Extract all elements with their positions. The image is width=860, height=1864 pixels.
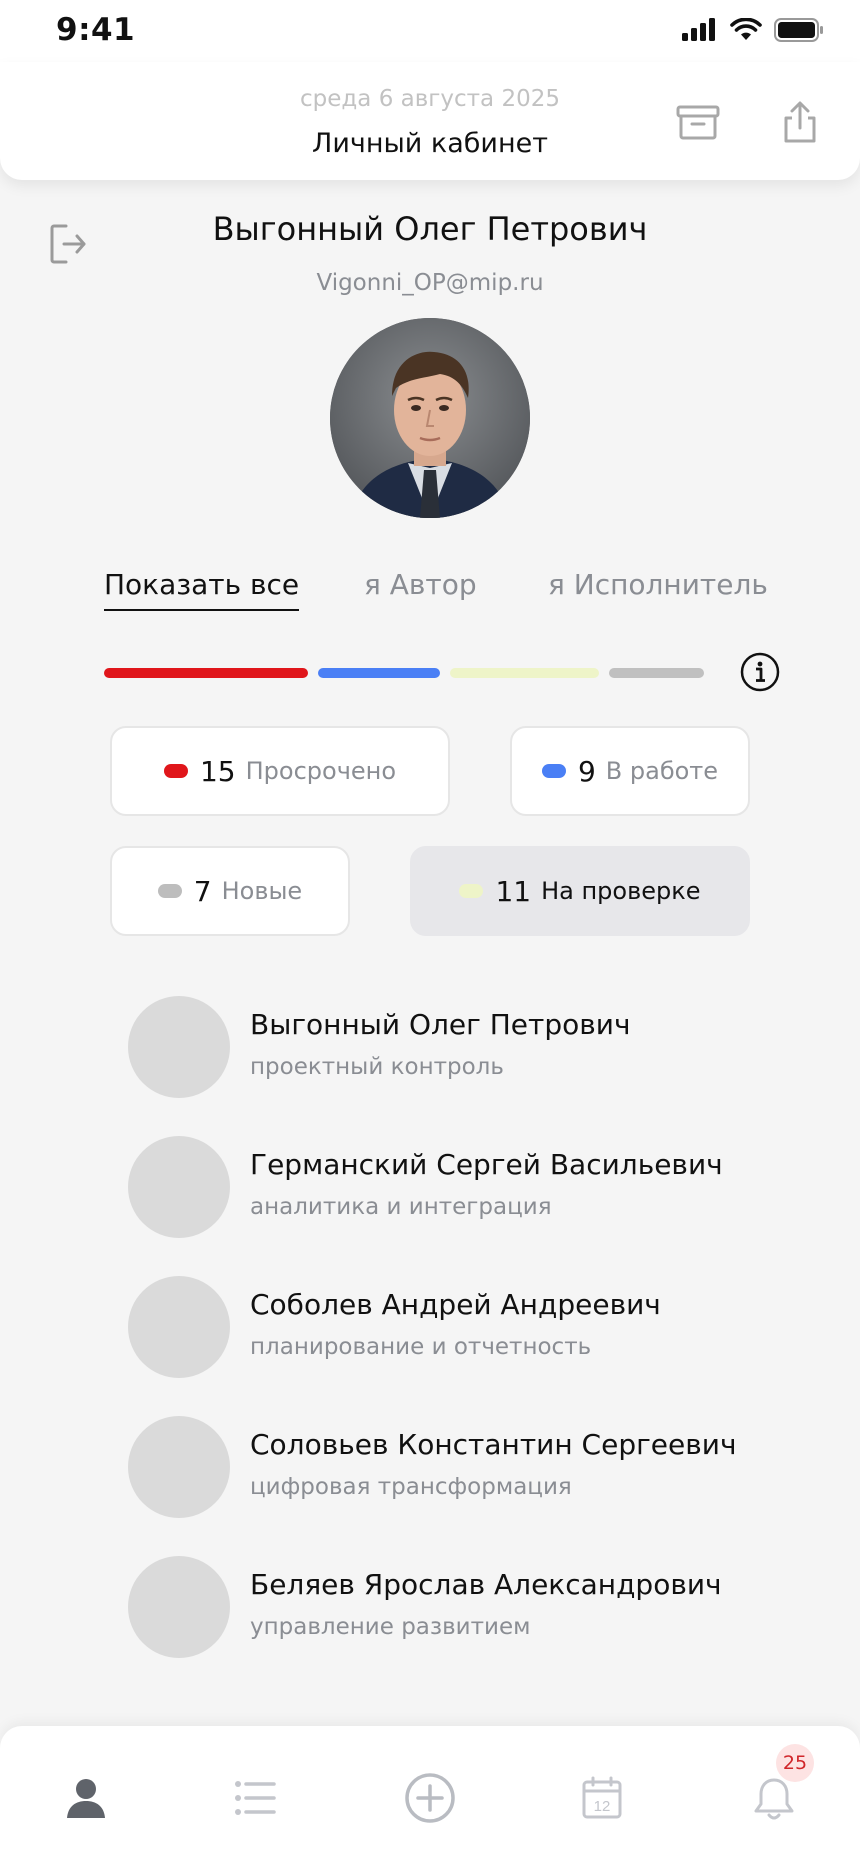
chip-count: 15 [199,754,236,788]
info-icon [740,652,780,692]
header-date: среда 6 августа 2025 [300,86,560,112]
person-name: Выгонный Олег Петрович [250,1008,631,1041]
status-bar: 9:41 [0,0,860,62]
tab-author[interactable]: я Автор [364,568,477,609]
new-dot-icon [157,884,182,898]
avatar [128,1136,230,1238]
nav-calendar[interactable]: 12 [574,1770,630,1826]
share-button[interactable] [776,98,824,146]
battery-icon [774,18,823,42]
profile-name: Выгонный Олег Петрович [212,210,648,248]
archive-icon [676,105,720,140]
review-dot-icon [459,884,484,898]
person-department: аналитика и интеграция [250,1194,552,1220]
list-item[interactable]: Соболев Андрей Андреевич планирование и … [128,1276,768,1380]
chip-label: Новые [221,877,303,905]
person-department: планирование и отчетность [250,1334,592,1360]
person-name: Соловьев Константин Сергеевич [250,1428,737,1461]
person-name: Беляев Ярослав Александрович [250,1568,722,1601]
list-item[interactable]: Выгонный Олег Петрович проектный контрол… [128,996,768,1100]
archive-button[interactable] [674,98,722,146]
notification-badge: 25 [776,1744,814,1782]
bottom-navigation: 12 [0,1726,860,1864]
list-item[interactable]: Беляев Ярослав Александрович управление … [128,1556,768,1660]
list-item[interactable]: Германский Сергей Васильевич аналитика и… [128,1136,768,1240]
bell-icon [754,1778,794,1820]
avatar [128,1276,230,1378]
signal-icon [682,18,715,41]
header: среда 6 августа 2025 Личный кабинет [0,62,860,180]
list-icon [235,1781,276,1815]
chip-label: На проверке [541,877,701,905]
progress-segment [450,668,599,678]
person-name: Соболев Андрей Андреевич [250,1288,661,1321]
nav-list[interactable] [228,1770,284,1826]
overdue-dot-icon [163,764,188,778]
list-item[interactable]: Соловьев Константин Сергеевич цифровая т… [128,1416,768,1520]
progress-segment [318,668,440,678]
avatar [128,1416,230,1518]
chip-label: В работе [605,757,719,785]
nav-add[interactable] [402,1770,458,1826]
chip-count: 11 [495,874,532,908]
person-department: проектный контроль [250,1054,504,1080]
share-icon [784,101,816,143]
avatar [128,1556,230,1658]
progress-segment [609,668,704,678]
tab-executor[interactable]: я Исполнитель [548,568,768,609]
in-progress-dot-icon [541,764,566,778]
profile-photo [330,318,530,518]
nav-profile[interactable] [58,1770,114,1826]
progress-segment [104,668,308,678]
chip-label: Просрочено [245,757,397,785]
profile-email: Vigonni_OP@mip.ru [316,270,544,296]
chip-overdue[interactable]: 15 Просрочено [110,726,450,816]
page-title: Личный кабинет [312,128,548,159]
person-department: управление развитием [250,1614,531,1640]
info-button[interactable] [740,652,780,692]
person-name: Германский Сергей Васильевич [250,1148,723,1181]
add-circle-icon [405,1773,455,1823]
chip-count: 9 [577,754,596,788]
person-portrait-image [330,318,530,518]
chip-count: 7 [193,874,212,908]
chip-in-progress[interactable]: 9 В работе [510,726,750,816]
status-time: 9:41 [56,12,136,48]
chip-new[interactable]: 7 Новые [110,846,350,936]
profile-icon [67,1779,105,1818]
tab-show-all[interactable]: Показать все [104,568,300,611]
status-icons [682,18,824,42]
person-department: цифровая трансформация [250,1474,572,1500]
avatar [128,996,230,1098]
calendar-day: 12 [594,1798,611,1815]
chip-review[interactable]: 11 На проверке [410,846,750,936]
wifi-icon [730,18,762,40]
calendar-icon: 12 [582,1776,622,1819]
